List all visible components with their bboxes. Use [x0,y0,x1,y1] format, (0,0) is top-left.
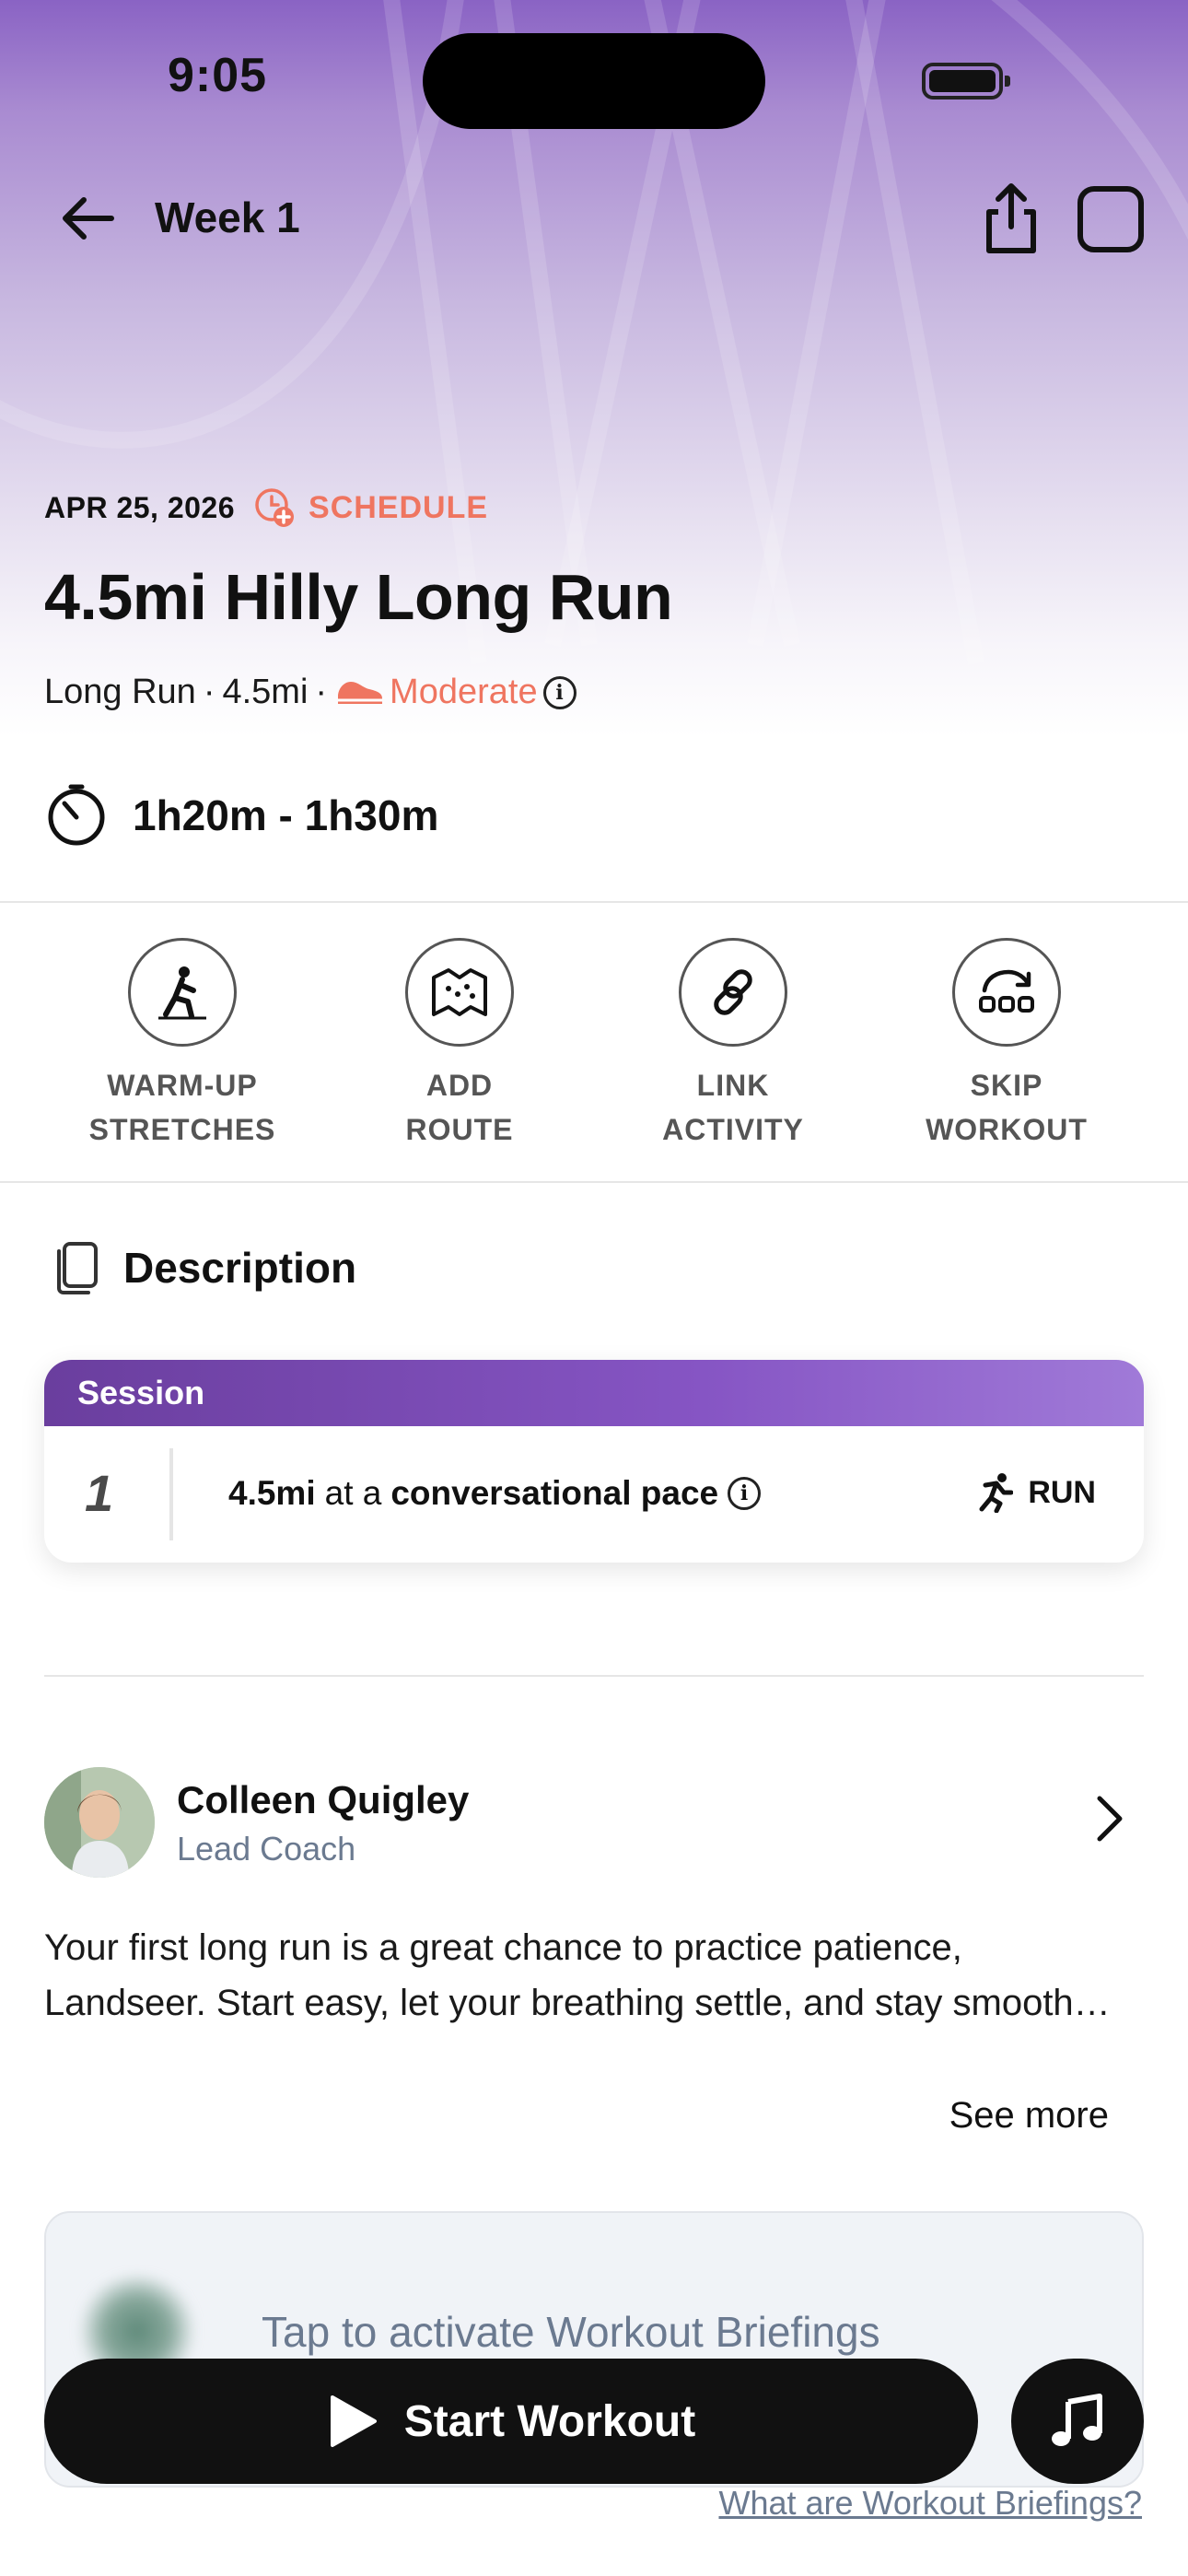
divider [44,1675,1144,1677]
info-icon[interactable]: i [542,675,577,709]
session-label: Session [44,1360,1144,1426]
step-separator [169,1448,173,1540]
start-workout-button[interactable]: Start Workout [44,2359,978,2484]
status-time: 9:05 [168,49,268,102]
music-note-icon [1052,2394,1102,2446]
skip-workout-button[interactable]: SKIP WORKOUT [887,938,1126,1152]
coach-name: Colleen Quigley [177,1778,470,1821]
action-label: WORKOUT [926,1113,1088,1146]
description-header: Description [52,1240,356,1295]
step-number: 1 [85,1464,114,1522]
coach-message: Your first long run is a great chance to… [44,1920,1149,2031]
action-label: ROUTE [405,1113,514,1146]
action-label: WARM-UP [107,1069,258,1102]
share-button[interactable] [978,181,1044,258]
intensity-badge[interactable]: Moderate [334,673,538,712]
arrow-left-icon [63,197,114,240]
schedule-button[interactable]: SCHEDULE [253,486,488,529]
intensity-label: Moderate [390,673,538,711]
session-card[interactable]: Session 1 4.5mi at a conversational pace… [44,1360,1144,1563]
action-label: ACTIVITY [662,1113,804,1146]
start-workout-label: Start Workout [403,2396,696,2446]
action-label: STRETCHES [88,1113,276,1146]
activity-label: RUN [1028,1474,1096,1510]
stretch-icon [158,966,206,1020]
action-label: SKIP [970,1069,1043,1102]
add-route-button[interactable]: ADD ROUTE [340,938,579,1152]
quick-actions: WARM-UP STRETCHES ADD ROUTE LINK ACTIVIT… [0,903,1188,1181]
separator-dot: · [203,673,215,711]
battery-icon [922,63,1010,100]
music-button[interactable] [1011,2359,1144,2484]
coach-role: Lead Coach [177,1830,356,1868]
divider [0,1181,1188,1183]
workout-meta: Long Run · 4.5mi · Moderate i [44,673,577,712]
step-pace: conversational pace [390,1474,719,1512]
workout-title: 4.5mi Hilly Long Run [44,561,673,633]
workout-date: APR 25, 2026 [44,490,236,524]
schedule-label: SCHEDULE [309,489,489,525]
see-more-button[interactable]: See more [949,2095,1109,2137]
coach-message-line: Landseer. Start easy, let your breathing… [44,1983,1111,2023]
play-icon [330,2395,377,2447]
chevron-right-icon [1097,1796,1123,1842]
step-activity: RUN [976,1472,1096,1513]
timer-icon [48,784,105,846]
runner-icon [979,1473,1014,1513]
workout-briefings-link[interactable]: What are Workout Briefings? [718,2484,1142,2523]
action-label: ADD [425,1069,494,1102]
step-distance: 4.5mi [228,1474,316,1512]
workout-type: Long Run [44,673,196,711]
options-button[interactable] [1077,186,1144,252]
workout-distance: 4.5mi [222,673,309,711]
link-icon [714,969,752,1015]
document-icon [57,1242,98,1294]
avatar [44,1767,155,1878]
map-icon [432,968,487,1016]
action-label: LINK [696,1069,770,1102]
date-row: APR 25, 2026 SCHEDULE [44,486,488,529]
briefing-prompt: Tap to activate Workout Briefings [262,2308,880,2356]
shoe-icon [338,681,383,704]
page-title: Week 1 [155,193,300,241]
step-connector: at a [324,1474,382,1512]
separator-dot: · [315,673,328,711]
calendar-add-icon [255,488,295,527]
step-description: 4.5mi at a conversational pace i [228,1474,762,1513]
duration-row: 1h20m - 1h30m [44,783,438,848]
coach-row[interactable]: Colleen Quigley Lead Coach [44,1767,1144,1879]
duration-range: 1h20m - 1h30m [133,791,439,839]
link-activity-button[interactable]: LINK ACTIVITY [613,938,853,1152]
share-icon [986,183,1036,253]
coach-message-line: Your first long run is a great chance to… [44,1927,962,1968]
back-button[interactable] [53,184,122,252]
session-step: 1 4.5mi at a conversational pace i RUN [44,1426,1144,1563]
pace-info-icon[interactable]: i [728,1477,762,1510]
description-heading: Description [123,1244,357,1292]
dynamic-island [423,33,765,129]
warm-up-stretches-button[interactable]: WARM-UP STRETCHES [63,938,302,1152]
skip-icon [979,969,1034,1013]
